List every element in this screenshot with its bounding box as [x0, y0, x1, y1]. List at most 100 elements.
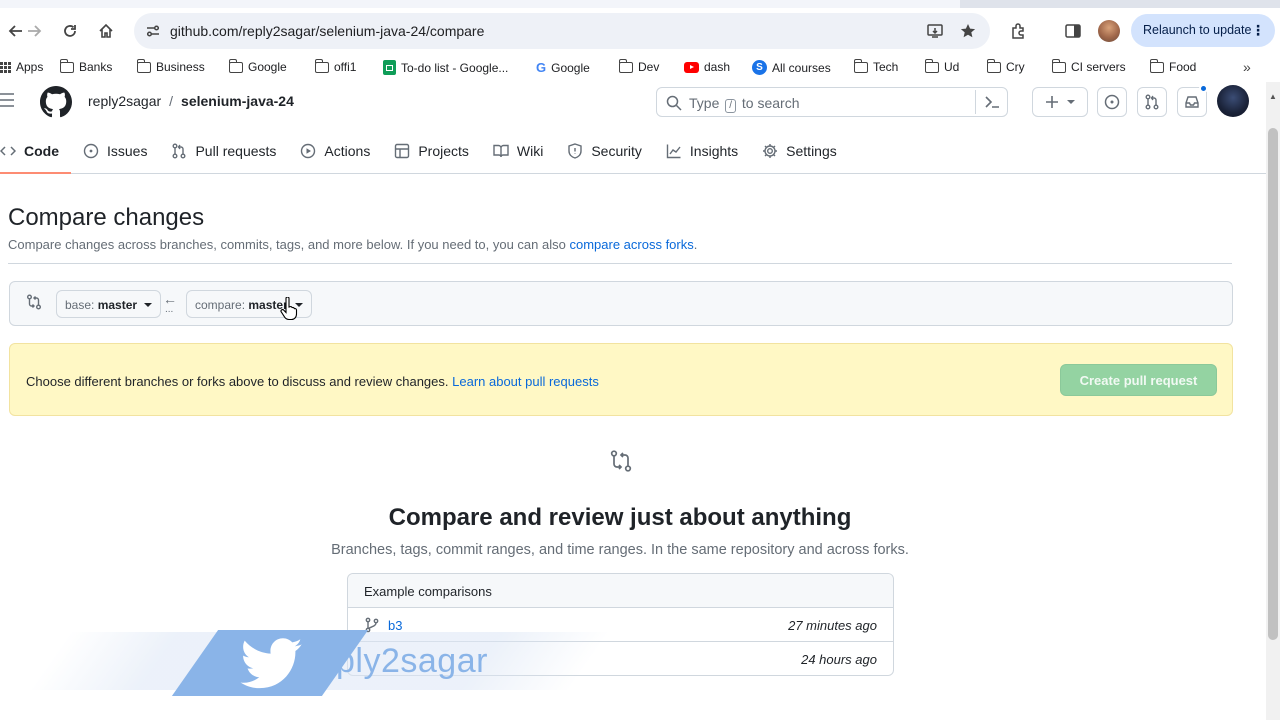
- breadcrumb-separator: /: [169, 93, 174, 109]
- folder-icon: [853, 58, 868, 73]
- command-palette-icon[interactable]: [984, 95, 1000, 109]
- bookmark-google-folder[interactable]: Google: [228, 58, 287, 74]
- compare-across-forks-link[interactable]: compare across forks: [569, 237, 693, 252]
- folder-icon: [1051, 58, 1066, 73]
- base-branch-name: master: [97, 298, 138, 312]
- pull-requests-button[interactable]: [1137, 87, 1167, 117]
- chevron-down-icon: [144, 303, 153, 307]
- tab-code[interactable]: Code: [0, 134, 71, 174]
- tab-projects[interactable]: Projects: [382, 134, 481, 168]
- install-app-icon[interactable]: [926, 22, 944, 40]
- bookmark-dash[interactable]: dash: [684, 60, 730, 74]
- address-bar[interactable]: github.com/reply2sagar/selenium-java-24/…: [134, 13, 990, 49]
- hamburger-menu-icon[interactable]: [0, 93, 16, 107]
- bookmark-dev[interactable]: Dev: [618, 58, 659, 74]
- repo-tab-nav: Code Issues Pull requests Actions Projec…: [0, 134, 849, 174]
- tab-insights[interactable]: Insights: [654, 134, 750, 168]
- twitter-bird-icon: [240, 638, 303, 689]
- example-comparisons-heading: Example comparisons: [348, 574, 893, 608]
- bookmark-tech[interactable]: Tech: [853, 58, 898, 74]
- git-pull-request-icon: [1145, 94, 1159, 110]
- tab-settings[interactable]: Settings: [750, 134, 849, 168]
- site-settings-icon[interactable]: [144, 22, 162, 40]
- bookmark-food[interactable]: Food: [1149, 58, 1197, 74]
- bookmark-star-icon[interactable]: [959, 22, 977, 40]
- profile-avatar[interactable]: [1098, 20, 1120, 42]
- kebab-menu-icon: ⋮: [1251, 22, 1265, 38]
- active-tab-edge[interactable]: [0, 0, 960, 8]
- chevron-down-icon: [1067, 100, 1075, 104]
- tab-actions[interactable]: Actions: [288, 134, 382, 168]
- bookmark-todo-list[interactable]: To-do list - Google...: [383, 60, 508, 75]
- learn-about-pull-requests-link[interactable]: Learn about pull requests: [452, 374, 599, 389]
- arrow-back-icon: [8, 25, 22, 37]
- git-pull-request-icon: [172, 143, 186, 159]
- bookmark-label: Banks: [79, 60, 113, 74]
- bookmark-google-site[interactable]: G Google: [536, 60, 590, 75]
- page-scrollbar-thumb[interactable]: [1268, 128, 1278, 640]
- home-button[interactable]: [95, 20, 117, 42]
- bookmark-cry[interactable]: Cry: [986, 58, 1025, 74]
- bookmark-all-courses[interactable]: S All courses: [752, 60, 831, 75]
- search-prefix: Type: [689, 95, 720, 111]
- search-input[interactable]: Type / to search: [656, 87, 1008, 117]
- bookmark-label: CI servers: [1071, 60, 1126, 74]
- reload-button[interactable]: [59, 20, 81, 42]
- bookmark-label: Food: [1169, 60, 1197, 74]
- blankslate-title: Compare and review just about anything: [388, 504, 852, 531]
- tab-label: Actions: [324, 143, 371, 159]
- bookmark-business[interactable]: Business: [136, 58, 205, 74]
- bookmark-label: Apps: [16, 60, 44, 74]
- create-new-button[interactable]: [1032, 87, 1088, 117]
- tab-label: Security: [591, 143, 642, 159]
- home-icon: [99, 23, 113, 38]
- bookmark-ci-servers[interactable]: CI servers: [1051, 58, 1126, 74]
- youtube-icon: [684, 61, 699, 73]
- repo-link[interactable]: selenium-java-24: [181, 93, 294, 109]
- notification-dot: [1199, 84, 1208, 93]
- google-g-icon: G: [536, 60, 547, 75]
- table-icon: [395, 143, 410, 159]
- bookmark-ud[interactable]: Ud: [924, 58, 960, 74]
- extensions-puzzle-icon[interactable]: [1010, 22, 1028, 40]
- relaunch-to-update-button[interactable]: Relaunch to update ⋮: [1131, 14, 1275, 47]
- tab-wiki[interactable]: Wiki: [481, 134, 555, 168]
- owner-link[interactable]: reply2sagar: [88, 93, 161, 109]
- s-logo-icon: S: [752, 60, 767, 75]
- github-logo-icon[interactable]: [40, 86, 72, 118]
- tab-issues[interactable]: Issues: [71, 134, 159, 168]
- issue-opened-icon: [83, 143, 99, 159]
- forward-button[interactable]: [23, 20, 45, 42]
- user-avatar[interactable]: [1217, 85, 1249, 117]
- folder-icon: [59, 58, 74, 73]
- bookmark-label: Ud: [944, 60, 960, 74]
- bookmark-offi1[interactable]: offi1: [314, 58, 356, 74]
- browser-toolbar: github.com/reply2sagar/selenium-java-24/…: [0, 8, 1280, 54]
- page-subtitle: Compare changes across branches, commits…: [8, 237, 697, 252]
- issue-opened-icon: [1104, 94, 1120, 110]
- folder-icon: [924, 58, 939, 73]
- issues-button[interactable]: [1097, 87, 1127, 117]
- more-bookmarks-chevron-icon[interactable]: »: [1243, 59, 1251, 75]
- tab-security[interactable]: Security: [555, 134, 654, 168]
- subtitle-end: .: [693, 237, 698, 252]
- tab-label: Insights: [689, 143, 739, 159]
- url-text: github.com/reply2sagar/selenium-java-24/…: [170, 23, 485, 39]
- base-branch-select[interactable]: base: master: [56, 290, 162, 318]
- folder-icon: [618, 58, 633, 73]
- example-branch-link[interactable]: b3: [388, 618, 402, 633]
- side-panel-icon[interactable]: [1064, 22, 1082, 40]
- scroll-up-arrow-icon[interactable]: ▲: [1269, 92, 1277, 101]
- bookmark-banks[interactable]: Banks: [59, 58, 113, 74]
- inbox-button[interactable]: [1177, 84, 1208, 117]
- shield-icon: [568, 143, 583, 159]
- bookmark-apps[interactable]: Apps: [0, 60, 43, 74]
- tab-label: Issues: [107, 143, 148, 159]
- create-pull-request-button[interactable]: Create pull request: [1060, 364, 1217, 396]
- search-icon: [666, 95, 682, 111]
- tab-pull-requests[interactable]: Pull requests: [159, 134, 288, 168]
- folder-icon: [314, 58, 329, 73]
- flash-message: Choose different branches or forks above…: [26, 374, 599, 389]
- tab-label: Settings: [786, 143, 837, 159]
- folder-icon: [136, 58, 151, 73]
